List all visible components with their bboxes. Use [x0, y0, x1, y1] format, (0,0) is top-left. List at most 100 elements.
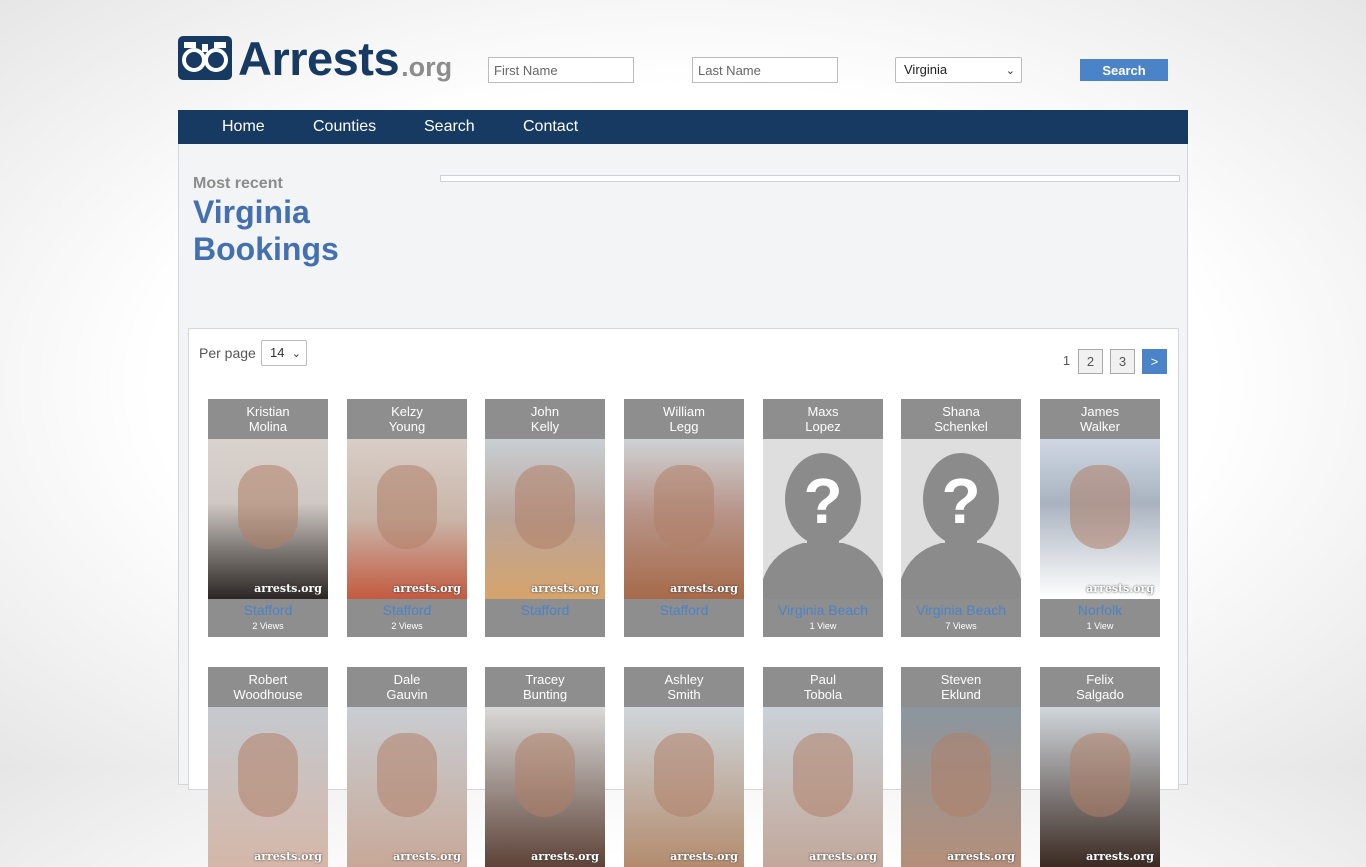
view-count: 1 View: [1086, 621, 1114, 631]
search-form: Virginia ⌄ Search: [488, 57, 1188, 83]
booking-footer: Norfolk 1 View: [1040, 599, 1160, 637]
page-3-button[interactable]: 3: [1110, 349, 1135, 374]
face-shape: [793, 733, 853, 817]
booking-last-name: Legg: [669, 419, 699, 434]
placeholder-silhouette-icon[interactable]: ?: [901, 439, 1021, 599]
booking-name[interactable]: Tracey Bunting: [485, 667, 605, 707]
booking-name[interactable]: Kelzy Young: [347, 399, 467, 439]
county-link[interactable]: Stafford: [208, 599, 328, 618]
booking-last-name: Tobola: [803, 687, 843, 702]
mugshot-photo[interactable]: arrests.org: [208, 707, 328, 867]
booking-name[interactable]: Paul Tobola: [763, 667, 883, 707]
booking-first-name: Steven: [940, 672, 982, 687]
booking-last-name: Young: [388, 419, 426, 434]
booking-name[interactable]: John Kelly: [485, 399, 605, 439]
placeholder-silhouette-icon[interactable]: ?: [763, 439, 883, 599]
booking-name[interactable]: Dale Gauvin: [347, 667, 467, 707]
mugshot-photo[interactable]: arrests.org: [485, 707, 605, 867]
next-page-button[interactable]: >: [1142, 349, 1167, 374]
booking-first-name: Robert: [248, 672, 288, 687]
booking-last-name: Schenkel: [934, 419, 988, 434]
booking-last-name: Bunting: [522, 687, 568, 702]
booking-card[interactable]: Shana Schenkel? Virginia Beach 7 Views: [901, 399, 1021, 637]
site-logo[interactable]: Arrests .org: [178, 35, 452, 82]
booking-card[interactable]: Paul Tobola arrests.org: [763, 667, 883, 867]
county-link[interactable]: Virginia Beach: [901, 599, 1021, 618]
per-page-select[interactable]: 14 ⌄: [261, 340, 307, 366]
booking-card[interactable]: Maxs Lopez? Virginia Beach 1 View: [763, 399, 883, 637]
county-link[interactable]: Stafford: [485, 599, 605, 618]
state-select[interactable]: Virginia ⌄: [895, 57, 1022, 83]
nav-contact[interactable]: Contact: [523, 110, 578, 144]
booking-card[interactable]: John Kelly arrests.org Stafford: [485, 399, 605, 637]
booking-name[interactable]: Shana Schenkel: [901, 399, 1021, 439]
booking-last-name: Kelly: [530, 419, 560, 434]
booking-card[interactable]: James Walker arrests.org Norfolk 1 View: [1040, 399, 1160, 637]
face-shape: [931, 733, 991, 817]
booking-name[interactable]: Maxs Lopez: [763, 399, 883, 439]
booking-name[interactable]: Kristian Molina: [208, 399, 328, 439]
county-link[interactable]: Stafford: [624, 599, 744, 618]
mugshot-photo[interactable]: arrests.org: [901, 707, 1021, 867]
booking-card[interactable]: Robert Woodhouse arrests.org: [208, 667, 328, 867]
face-shape: [515, 733, 575, 817]
booking-card[interactable]: Ashley Smith arrests.org: [624, 667, 744, 867]
mugshot-photo[interactable]: arrests.org: [1040, 439, 1160, 599]
county-link[interactable]: Virginia Beach: [763, 599, 883, 618]
logo-tld: .org: [401, 52, 453, 82]
photo-watermark: arrests.org: [531, 850, 599, 863]
first-name-input[interactable]: [488, 57, 634, 83]
per-page-label: Per page: [199, 345, 256, 361]
mugshot-photo[interactable]: arrests.org: [347, 439, 467, 599]
booking-name[interactable]: Ashley Smith: [624, 667, 744, 707]
county-link[interactable]: Norfolk: [1040, 599, 1160, 618]
booking-name[interactable]: Robert Woodhouse: [208, 667, 328, 707]
mugshot-photo[interactable]: arrests.org: [624, 707, 744, 867]
nav-search[interactable]: Search: [424, 110, 475, 144]
booking-card[interactable]: Steven Eklund arrests.org: [901, 667, 1021, 867]
booking-last-name: Salgado: [1076, 687, 1124, 702]
booking-card[interactable]: Dale Gauvin arrests.org: [347, 667, 467, 867]
logo-text: Arrests: [238, 32, 400, 85]
photo-watermark: arrests.org: [670, 850, 738, 863]
handcuff-logo-icon: [178, 36, 232, 80]
booking-last-name: Molina: [248, 419, 288, 434]
county-link[interactable]: Stafford: [347, 599, 467, 618]
booking-name[interactable]: James Walker: [1040, 399, 1160, 439]
mugshot-photo[interactable]: arrests.org: [1040, 707, 1160, 867]
face-shape: [515, 465, 575, 549]
booking-footer: Stafford 2 Views: [208, 599, 328, 637]
main-content: Most recent Virginia Bookings Per page 1…: [178, 144, 1188, 867]
booking-card[interactable]: Tracey Bunting arrests.org: [485, 667, 605, 867]
last-name-input[interactable]: [692, 57, 838, 83]
booking-last-name: Eklund: [941, 687, 981, 702]
booking-first-name: Dale: [393, 672, 421, 687]
booking-card[interactable]: Felix Salgado arrests.org: [1040, 667, 1160, 867]
booking-name[interactable]: William Legg: [624, 399, 744, 439]
booking-footer: Virginia Beach 1 View: [763, 599, 883, 637]
page: Arrests .org Virginia ⌄ Search Home Coun…: [178, 0, 1188, 867]
nav-counties[interactable]: Counties: [313, 110, 376, 144]
page-title: Virginia Bookings: [193, 194, 393, 268]
page-title-line-1: Virginia: [193, 194, 310, 230]
page-current: 1: [1062, 353, 1071, 368]
mugshot-photo[interactable]: arrests.org: [208, 439, 328, 599]
booking-card[interactable]: William Legg arrests.org Stafford: [624, 399, 744, 637]
booking-name[interactable]: Steven Eklund: [901, 667, 1021, 707]
page-2-button[interactable]: 2: [1078, 349, 1103, 374]
booking-card[interactable]: Kristian Molina arrests.org Stafford 2 Views: [208, 399, 328, 637]
booking-first-name: Kristian: [246, 404, 290, 419]
mugshot-photo[interactable]: arrests.org: [624, 439, 744, 599]
booking-name[interactable]: Felix Salgado: [1040, 667, 1160, 707]
photo-watermark: arrests.org: [670, 582, 738, 595]
booking-first-name: William: [663, 404, 705, 419]
booking-footer: Stafford 2 Views: [347, 599, 467, 637]
nav-home[interactable]: Home: [222, 110, 265, 144]
mugshot-photo[interactable]: arrests.org: [347, 707, 467, 867]
view-count: 2 Views: [391, 621, 423, 631]
mugshot-photo[interactable]: arrests.org: [763, 707, 883, 867]
search-button[interactable]: Search: [1080, 59, 1168, 81]
photo-watermark: arrests.org: [947, 850, 1015, 863]
mugshot-photo[interactable]: arrests.org: [485, 439, 605, 599]
booking-card[interactable]: Kelzy Young arrests.org Stafford 2 Views: [347, 399, 467, 637]
